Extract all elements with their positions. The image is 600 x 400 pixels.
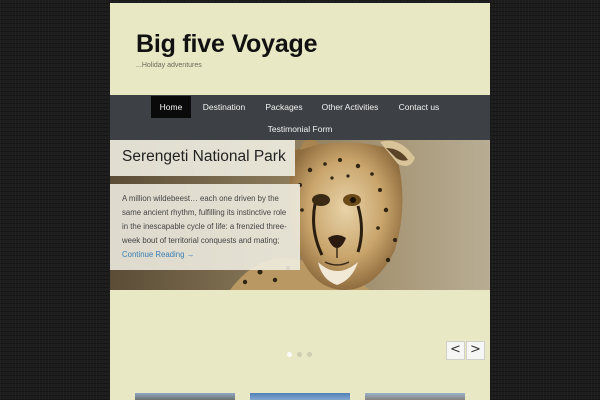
slider-dot-3[interactable]	[307, 352, 312, 357]
slide-title-box: Serengeti National Park	[110, 140, 295, 176]
thumbnail-image-2[interactable]	[250, 393, 350, 400]
nav-item-testimonial-form[interactable]: Testimonial Form	[260, 118, 340, 140]
nav-item-contact-us[interactable]: Contact us	[391, 96, 447, 118]
slider-next-button[interactable]: >	[466, 341, 485, 360]
nav-item-other-activities[interactable]: Other Activities	[316, 96, 384, 118]
nav-item-home[interactable]: Home	[151, 96, 191, 118]
thumbnail-image-3[interactable]	[365, 393, 465, 400]
slider-dot-2[interactable]	[297, 352, 302, 357]
site-title[interactable]: Big five Voyage	[136, 30, 318, 59]
slider-prev-button[interactable]: <	[446, 341, 465, 360]
page-container: Big five Voyage ...Holiday adventures Ho…	[110, 3, 490, 400]
continue-reading-link[interactable]: Continue Reading →	[122, 250, 194, 259]
site-tagline: ...Holiday adventures	[136, 62, 202, 69]
nav-item-destination[interactable]: Destination	[196, 96, 252, 118]
thumbnail-image-1[interactable]	[135, 393, 235, 400]
nav-item-packages[interactable]: Packages	[259, 96, 309, 118]
slide-title[interactable]: Serengeti National Park	[122, 148, 286, 166]
slide-caption-body: A million wildebeest… each one driven by…	[122, 194, 287, 245]
slide-caption-text: A million wildebeest… each one driven by…	[122, 192, 292, 262]
featured-slider[interactable]: Serengeti National Park A million wildeb…	[110, 140, 490, 290]
slider-dot-1[interactable]	[287, 352, 292, 357]
main-navigation: Home Destination Packages Other Activiti…	[110, 95, 490, 140]
slide-caption-box: A million wildebeest… each one driven by…	[110, 184, 300, 270]
